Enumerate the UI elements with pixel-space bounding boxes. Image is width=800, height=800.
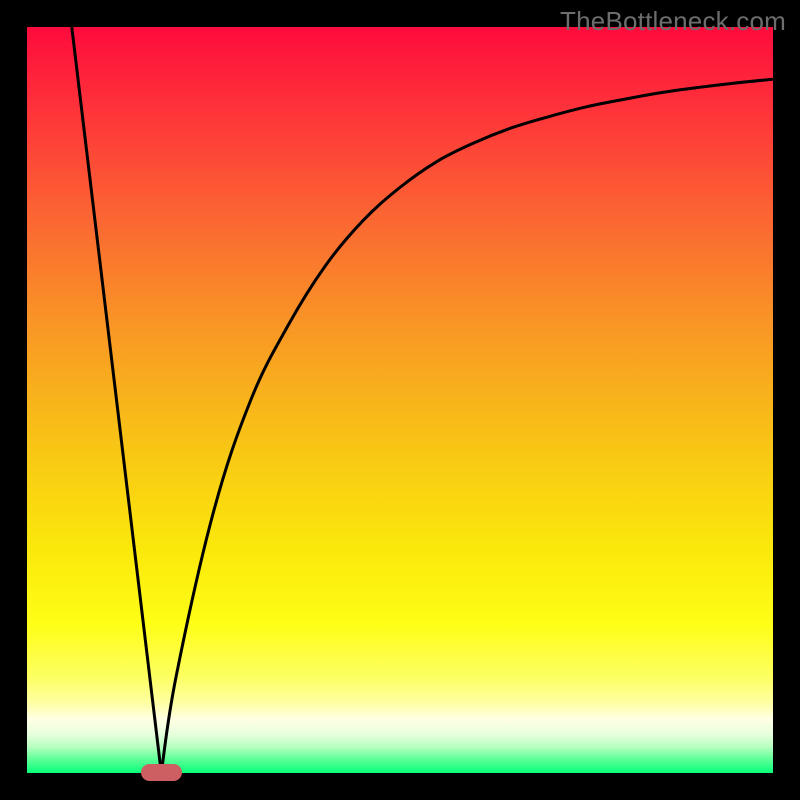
chart-frame: TheBottleneck.com [0, 0, 800, 800]
watermark-text: TheBottleneck.com [560, 6, 786, 37]
bottleneck-marker [141, 764, 182, 781]
plot-area [27, 27, 773, 773]
gradient-background [27, 27, 773, 773]
gradient-plot [27, 27, 773, 773]
